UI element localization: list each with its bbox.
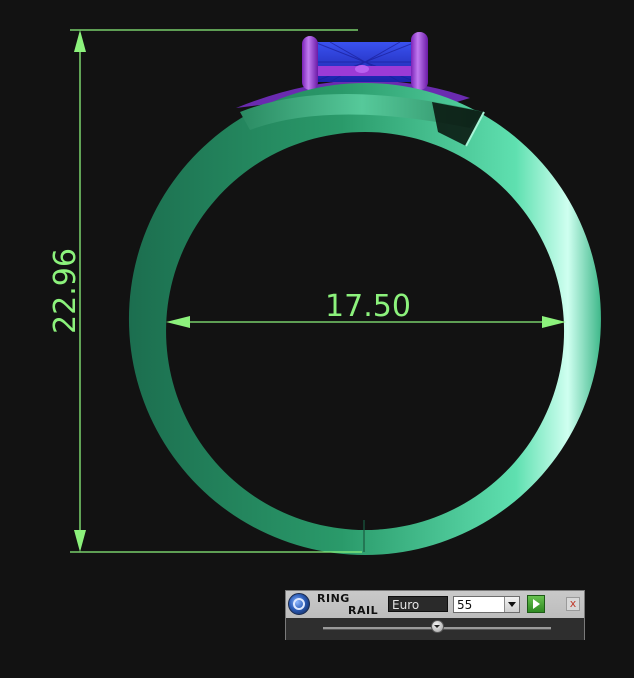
- height-dimension-label: 22.96: [48, 248, 83, 334]
- diameter-arrow-left: [166, 316, 190, 328]
- close-button[interactable]: x: [566, 597, 580, 611]
- slider-thumb[interactable]: [431, 620, 444, 633]
- size-system-field[interactable]: Euro: [388, 596, 448, 612]
- ring-rail-logo-icon[interactable]: [288, 593, 310, 615]
- setting-center-dot: [355, 65, 369, 73]
- prong-right: [411, 32, 428, 90]
- ring-rail-top-row: RING RAIL Euro 55 x: [286, 591, 584, 618]
- 3d-viewport[interactable]: 22.96 17.50 RING RAIL Euro 55 x: [0, 0, 634, 678]
- diameter-arrow-right: [542, 316, 566, 328]
- ring-rail-title-line1: RING: [317, 592, 350, 605]
- ring-size-value: 55: [457, 598, 473, 612]
- chevron-down-icon[interactable]: [504, 597, 519, 612]
- ring-rail-title-line2: RAIL: [348, 604, 379, 617]
- ring-size-select[interactable]: 55: [453, 596, 520, 613]
- ring-drawing: 22.96 17.50: [48, 29, 601, 556]
- height-arrow-top: [74, 30, 86, 52]
- prong-left: [302, 36, 318, 90]
- ring-rail-toolbar: RING RAIL Euro 55 x: [285, 590, 585, 640]
- ring-size-slider[interactable]: [286, 618, 584, 640]
- apply-play-button[interactable]: [527, 595, 545, 613]
- height-arrow-bottom: [74, 530, 86, 552]
- diameter-dimension-label: 17.50: [325, 289, 411, 324]
